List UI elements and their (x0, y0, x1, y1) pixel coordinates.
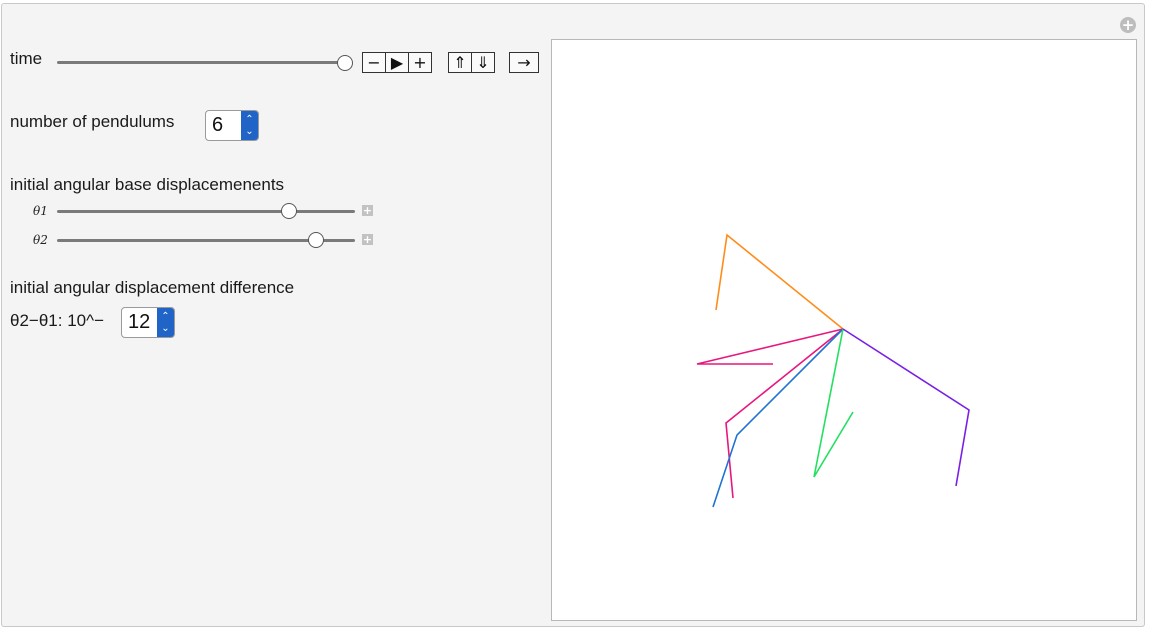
step-forward-button[interactable]: + (408, 52, 432, 73)
stepper-arrows-icon[interactable]: ⌃ ⌄ (241, 111, 258, 140)
base-displacement-label: initial angular base displacemenents (10, 175, 285, 194)
step-back-button[interactable]: − (362, 52, 386, 73)
stepper-arrows-icon[interactable]: ⌃ ⌄ (157, 308, 174, 337)
difference-expression: θ2−θ1: 10^− (10, 311, 105, 330)
animator-step-controls: − ▶ + (362, 52, 432, 73)
direction-button[interactable]: → (509, 52, 539, 73)
theta1-label: θ1 (33, 204, 48, 218)
animator-direction-controls: → (509, 52, 539, 73)
difference-stepper[interactable]: 12 ⌃ ⌄ (121, 307, 175, 338)
time-slider-track[interactable] (57, 61, 345, 64)
animator-speed-controls: ⇑ ⇓ (448, 52, 495, 73)
difference-label: initial angular displacement difference (10, 278, 295, 297)
pendulum-line-3 (725, 328, 844, 499)
pendulum-line-1 (715, 233, 844, 330)
theta1-slider-track[interactable] (57, 210, 355, 213)
theta2-expand-icon[interactable]: + (362, 234, 373, 245)
pendulum-plot (551, 39, 1137, 621)
add-icon[interactable]: + (1120, 17, 1136, 33)
pendulums-label: number of pendulums (10, 112, 175, 131)
theta2-label: θ2 (33, 233, 48, 247)
pendulum-line-6 (842, 328, 970, 487)
slower-button[interactable]: ⇓ (471, 52, 495, 73)
theta1-expand-icon[interactable]: + (362, 205, 373, 216)
time-label: time (10, 49, 43, 68)
pendulum-plot-svg (696, 233, 970, 508)
play-button[interactable]: ▶ (385, 52, 409, 73)
difference-value[interactable]: 12 (122, 308, 157, 337)
pendulums-stepper[interactable]: 6 ⌃ ⌄ (205, 110, 259, 141)
time-slider-thumb[interactable] (337, 55, 353, 71)
pendulums-value[interactable]: 6 (206, 111, 241, 140)
faster-button[interactable]: ⇑ (448, 52, 472, 73)
